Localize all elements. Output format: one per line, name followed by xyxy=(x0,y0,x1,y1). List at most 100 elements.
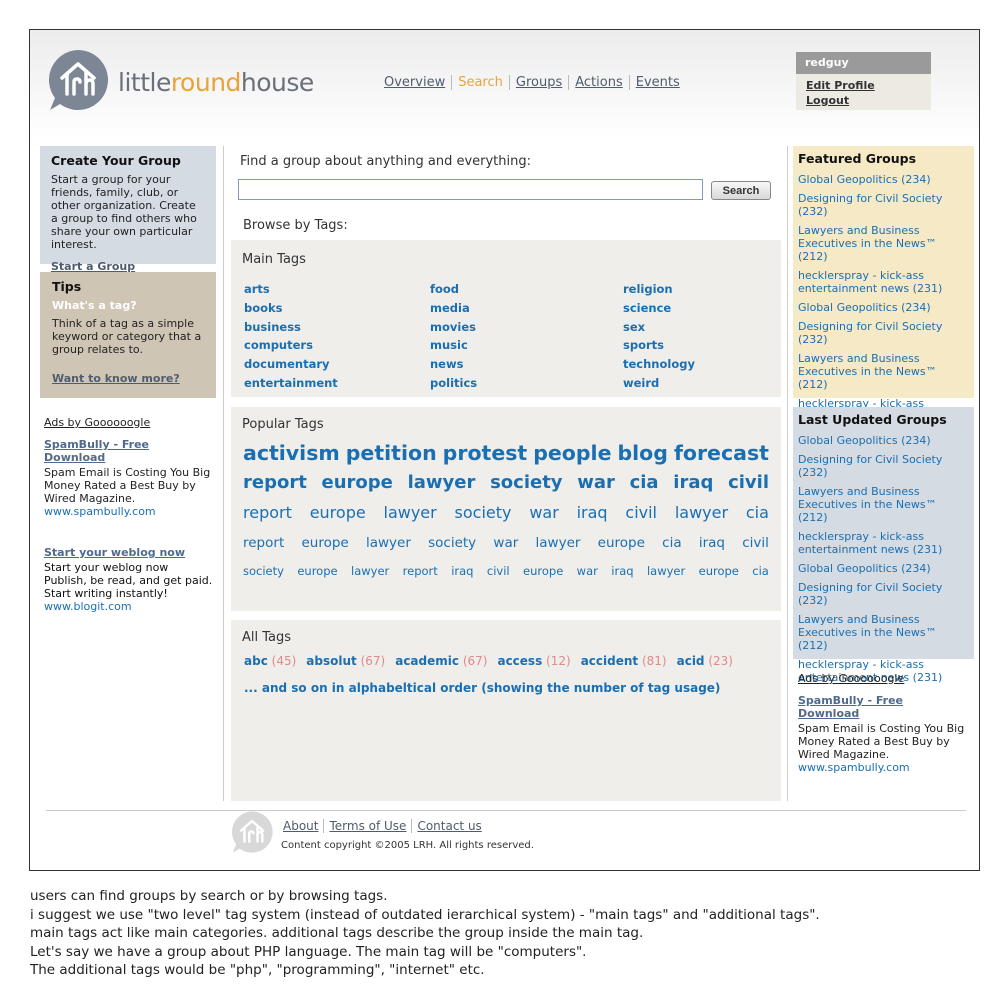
popular-tag[interactable]: cia xyxy=(662,535,681,551)
group-link[interactable]: Designing for Civil Society (232) xyxy=(798,320,969,346)
popular-tag[interactable]: civil xyxy=(487,564,510,578)
popular-tag[interactable]: petition xyxy=(346,441,437,465)
popular-tag[interactable]: report xyxy=(403,564,438,578)
main-tag[interactable]: science xyxy=(623,299,695,318)
popular-tag[interactable]: europe xyxy=(699,564,739,578)
group-link[interactable]: Global Geopolitics (234) xyxy=(798,301,969,314)
nav-overview[interactable]: Overview xyxy=(382,75,451,90)
group-link[interactable]: Lawyers and Business Executives in the N… xyxy=(798,613,969,652)
main-tag[interactable]: media xyxy=(430,299,477,318)
popular-tag[interactable]: report xyxy=(243,503,292,522)
popular-tag[interactable]: europe xyxy=(297,564,337,578)
popular-tag[interactable]: iraq xyxy=(611,564,633,578)
footer-contact-link[interactable]: Contact us xyxy=(411,819,486,833)
all-tag-link[interactable]: access xyxy=(497,654,542,668)
popular-tag[interactable]: lawyer xyxy=(351,564,389,578)
ad-weblog-title[interactable]: Start your weblog now xyxy=(44,546,214,559)
main-tag[interactable]: sex xyxy=(623,318,695,337)
main-tag[interactable]: movies xyxy=(430,318,477,337)
popular-tag[interactable]: lawyer xyxy=(408,472,476,493)
main-tag[interactable]: business xyxy=(244,318,338,337)
popular-tag[interactable]: iraq xyxy=(577,503,608,522)
footer-terms-link[interactable]: Terms of Use xyxy=(323,819,411,833)
group-link[interactable]: Global Geopolitics (234) xyxy=(798,173,969,186)
popular-tag[interactable]: war xyxy=(577,472,615,493)
popular-tag[interactable]: lawyer xyxy=(647,564,685,578)
footer-about-link[interactable]: About xyxy=(282,819,323,833)
popular-tag[interactable]: lawyer xyxy=(675,503,728,522)
all-tag-link[interactable]: absolut xyxy=(306,654,356,668)
popular-tag[interactable]: war xyxy=(577,564,598,578)
ads-by-label[interactable]: Ads by Goooooogle xyxy=(44,416,214,429)
edit-profile-link[interactable]: Edit Profile xyxy=(796,78,931,93)
popular-tag[interactable]: forecast xyxy=(674,441,769,465)
main-tag[interactable]: sports xyxy=(623,336,695,355)
popular-tag[interactable]: cia xyxy=(746,503,769,522)
popular-tag[interactable]: lawyer xyxy=(536,535,581,551)
ads-by-label[interactable]: Ads by Goooooogle xyxy=(798,672,968,685)
popular-tag[interactable]: civil xyxy=(728,472,769,493)
ad-spambully-url[interactable]: www.spambully.com xyxy=(44,505,214,518)
popular-tag[interactable]: society xyxy=(428,535,476,551)
all-tag-link[interactable]: academic xyxy=(395,654,459,668)
main-tag[interactable]: computers xyxy=(244,336,338,355)
popular-tag[interactable]: lawyer xyxy=(384,503,437,522)
main-tag[interactable]: politics xyxy=(430,374,477,393)
group-link[interactable]: Global Geopolitics (234) xyxy=(798,434,969,447)
main-tag[interactable]: technology xyxy=(623,355,695,374)
group-link[interactable]: Lawyers and Business Executives in the N… xyxy=(798,485,969,524)
popular-tag[interactable]: war xyxy=(493,535,518,551)
popular-tag[interactable]: europe xyxy=(322,472,393,493)
popular-tag[interactable]: report xyxy=(243,472,307,493)
popular-tag[interactable]: europe xyxy=(523,564,563,578)
popular-tag[interactable]: society xyxy=(455,503,512,522)
nav-groups[interactable]: Groups xyxy=(508,75,568,90)
popular-tag[interactable]: iraq xyxy=(699,535,725,551)
nav-search[interactable]: Search xyxy=(451,75,509,90)
nav-events[interactable]: Events xyxy=(628,75,686,90)
popular-tag[interactable]: blog xyxy=(617,441,667,465)
main-tag[interactable]: documentary xyxy=(244,355,338,374)
group-link[interactable]: Designing for Civil Society (232) xyxy=(798,453,969,479)
popular-tag[interactable]: protest xyxy=(443,441,528,465)
want-to-know-more-link[interactable]: Want to know more? xyxy=(52,372,204,385)
popular-tag[interactable]: civil xyxy=(742,535,769,551)
popular-tag[interactable]: cia xyxy=(752,564,769,578)
popular-tag[interactable]: war xyxy=(529,503,558,522)
main-tag[interactable]: entertainment xyxy=(244,374,338,393)
popular-tag[interactable]: cia xyxy=(630,472,659,493)
group-link[interactable]: Lawyers and Business Executives in the N… xyxy=(798,352,969,391)
main-tag[interactable]: music xyxy=(430,336,477,355)
popular-tag[interactable]: society xyxy=(490,472,562,493)
popular-tag[interactable]: report xyxy=(243,535,284,551)
search-input[interactable] xyxy=(238,179,703,200)
popular-tag[interactable]: lawyer xyxy=(366,535,411,551)
group-link[interactable]: Designing for Civil Society (232) xyxy=(798,192,969,218)
ad-spambully-title[interactable]: SpamBully - Free Download xyxy=(44,438,214,464)
main-tag[interactable]: religion xyxy=(623,280,695,299)
all-tag-link[interactable]: acid xyxy=(677,654,705,668)
all-tag-link[interactable]: accident xyxy=(581,654,638,668)
popular-tag[interactable]: society xyxy=(243,564,284,578)
popular-tag[interactable]: activism xyxy=(243,441,340,465)
group-link[interactable]: Global Geopolitics (234) xyxy=(798,562,969,575)
ad-spambully-title[interactable]: SpamBully - Free Download xyxy=(798,694,968,720)
popular-tag[interactable]: civil xyxy=(625,503,657,522)
popular-tag[interactable]: europe xyxy=(301,535,348,551)
main-tag[interactable]: books xyxy=(244,299,338,318)
popular-tag[interactable]: europe xyxy=(310,503,366,522)
nav-actions[interactable]: Actions xyxy=(568,75,629,90)
group-link[interactable]: Lawyers and Business Executives in the N… xyxy=(798,224,969,263)
group-link[interactable]: hecklerspray - kick-ass entertainment ne… xyxy=(798,530,969,556)
main-tag[interactable]: arts xyxy=(244,280,338,299)
popular-tag[interactable]: iraq xyxy=(673,472,713,493)
group-link[interactable]: hecklerspray - kick-ass entertainment ne… xyxy=(798,269,969,295)
ad-spambully-url[interactable]: www.spambully.com xyxy=(798,761,968,774)
logo-icon[interactable] xyxy=(46,48,110,112)
search-button[interactable]: Search xyxy=(711,181,771,200)
logout-link[interactable]: Logout xyxy=(796,93,931,108)
ad-weblog-url[interactable]: www.blogit.com xyxy=(44,600,214,613)
all-tag-link[interactable]: abc xyxy=(244,654,268,668)
popular-tag[interactable]: europe xyxy=(598,535,645,551)
popular-tag[interactable]: people xyxy=(533,441,611,465)
